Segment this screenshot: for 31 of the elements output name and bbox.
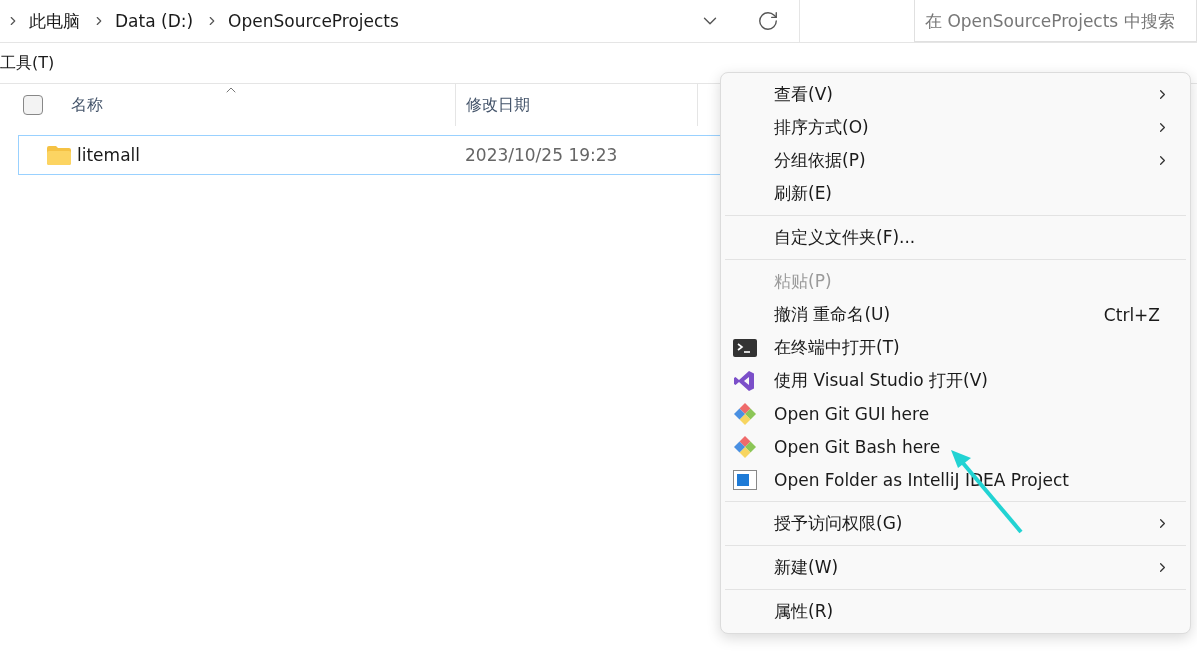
menu-item[interactable]: 排序方式(O) (721, 111, 1190, 144)
menu-item[interactable]: 撤消 重命名(U) Ctrl+Z (721, 298, 1190, 331)
menu-item[interactable]: 自定义文件夹(F)... (721, 221, 1190, 254)
column-header[interactable]: 名称 (71, 94, 103, 116)
menu-item[interactable]: 属性(R) (721, 595, 1190, 628)
search-field[interactable]: 在 OpenSourceProjects 中搜索 (914, 0, 1197, 42)
menu-item[interactable]: 分组依据(P) (721, 144, 1190, 177)
menu-item[interactable]: Open Git Bash here (721, 430, 1190, 463)
file-row[interactable]: litemall 2023/10/25 19:23 (18, 135, 721, 175)
menu-item[interactable]: 新建(W) (721, 551, 1190, 584)
column-header[interactable]: 修改日期 (466, 94, 530, 116)
window-icon (733, 469, 757, 490)
breadcrumb-item[interactable]: 此电脑 (29, 9, 80, 33)
refresh-icon[interactable] (757, 10, 779, 32)
menu-item[interactable]: 使用 Visual Studio 打开(V) (721, 364, 1190, 397)
menu-item[interactable]: 查看(V) (721, 78, 1190, 111)
menu-item[interactable]: Open Git GUI here (721, 397, 1190, 430)
menu-item[interactable]: 授予访问权限(G) (721, 507, 1190, 540)
breadcrumb-item[interactable]: Data (D:) (115, 11, 194, 31)
checkbox[interactable] (23, 95, 43, 115)
menu-item[interactable]: 刷新(E) (721, 177, 1190, 210)
diamond-icon (733, 434, 757, 459)
folder-icon (47, 145, 71, 165)
menu-item[interactable]: 在终端中打开(T) (721, 331, 1190, 364)
breadcrumb-item[interactable]: OpenSourceProjects (228, 11, 399, 31)
file-name: litemall (77, 145, 141, 165)
date-cell-text: 2023/10/25 19:23 (465, 145, 619, 165)
diamond-icon (733, 401, 757, 426)
terminal-icon (733, 338, 757, 357)
infinity-ribbon-icon (733, 369, 755, 392)
menu-item[interactable]: 工具(T) (0, 52, 55, 74)
